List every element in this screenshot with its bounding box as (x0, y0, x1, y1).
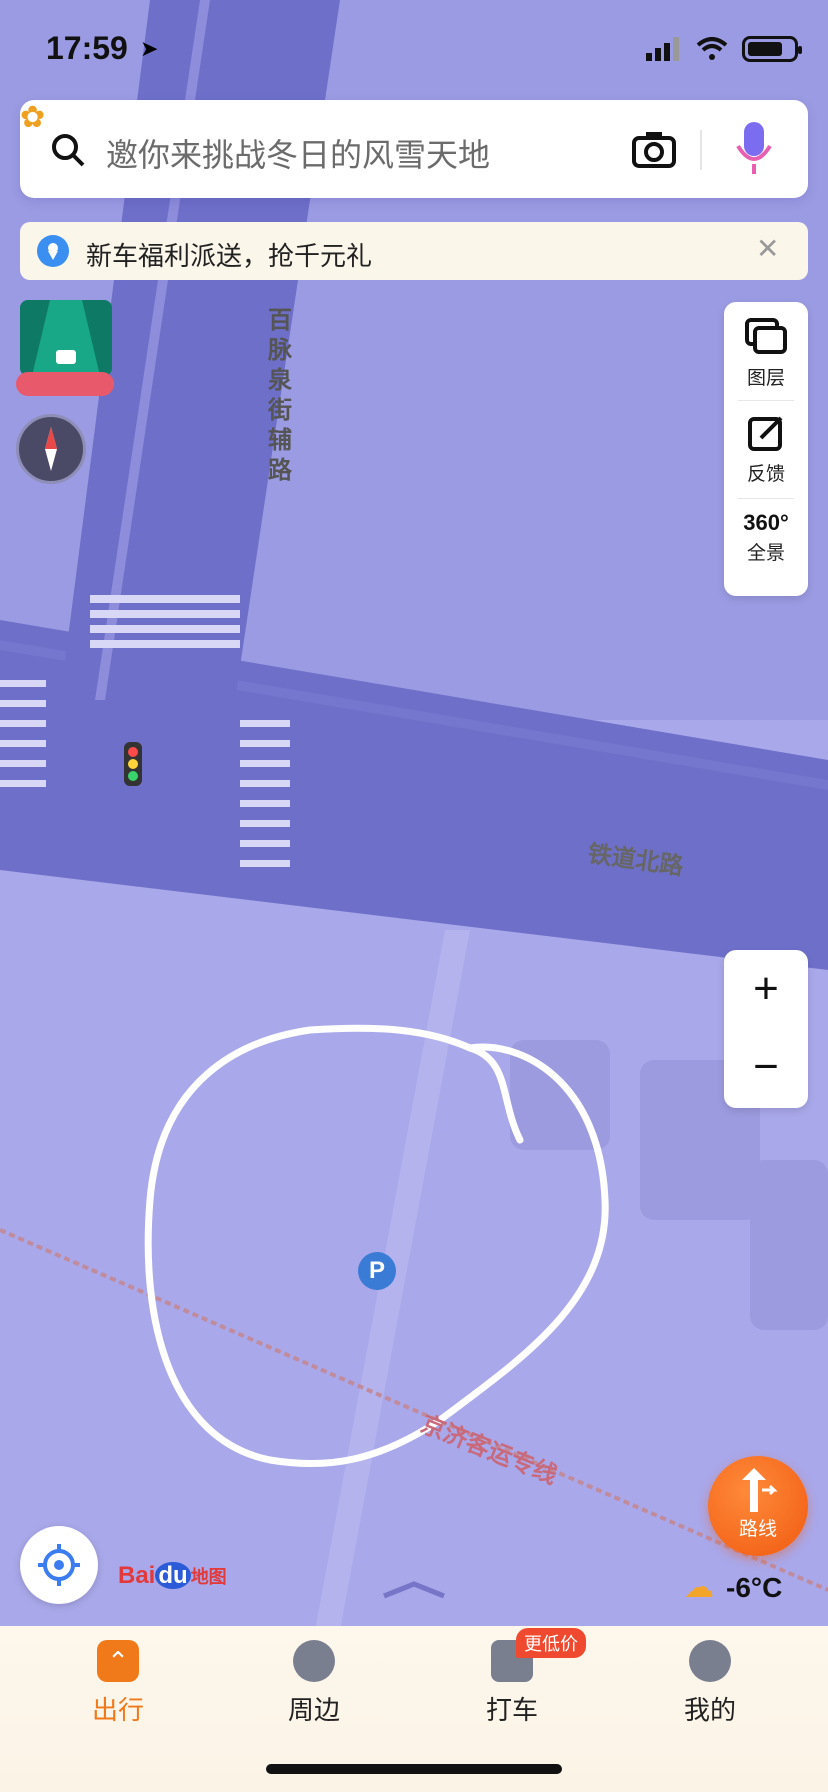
panorama-button[interactable]: 360° 全景 (724, 510, 808, 565)
road-label-baimaiquan: 百脉泉街辅路 (268, 307, 292, 484)
baidu-map-logo: Bai du 地图 (118, 1562, 227, 1589)
route-arrow-icon (742, 1468, 778, 1512)
camera-icon[interactable] (632, 130, 676, 168)
search-divider (700, 130, 702, 170)
nav-label-chuxing: 出行 (91, 1695, 144, 1725)
tool-divider (738, 400, 794, 401)
banner-text: 新车福利派送，抢千元礼 (86, 241, 373, 271)
taxi-promo-badge: 更低价 (516, 1628, 586, 1658)
nav-zhoubian[interactable]: 周边 (254, 1640, 374, 1727)
home-indicator[interactable] (266, 1764, 562, 1774)
location-pin-icon (37, 235, 69, 267)
parking-poi-icon[interactable]: P (358, 1252, 396, 1290)
voice-mic-icon[interactable] (732, 120, 776, 180)
nav-wode[interactable]: 我的 (650, 1640, 770, 1727)
search-bar[interactable]: 邀你来挑战冬日的风雪天地 (20, 100, 808, 198)
weather-temperature[interactable]: -6°C (726, 1572, 782, 1604)
panorama-label: 全景 (746, 543, 785, 564)
route-label: 路线 (738, 1519, 777, 1540)
thumbnail-pill (16, 372, 114, 396)
leaf-decoration-icon: ✿ (20, 101, 46, 134)
battery-icon (742, 36, 802, 62)
compass-nearby-icon (293, 1640, 335, 1682)
layers-label: 图层 (746, 368, 785, 389)
nav-label-wode: 我的 (683, 1695, 736, 1725)
tool-divider (738, 498, 794, 499)
layers-button[interactable]: 图层 (724, 318, 808, 390)
crosshair-icon (38, 1544, 80, 1586)
layers-icon (745, 318, 787, 354)
status-icons (646, 36, 802, 62)
pull-up-chevron-icon[interactable] (380, 1580, 448, 1600)
nav-chuxing[interactable]: ⌃ 出行 (58, 1640, 178, 1727)
zoom-out-button[interactable]: − (724, 1028, 808, 1106)
search-input[interactable]: 邀你来挑战冬日的风雪天地 (106, 130, 490, 176)
status-time: 17:59 (46, 30, 128, 66)
signal-icon (646, 37, 679, 61)
profile-icon (689, 1640, 731, 1682)
zoom-in-button[interactable]: + (724, 950, 808, 1028)
search-icon (52, 134, 85, 167)
feedback-label: 反馈 (746, 464, 785, 485)
location-arrow-icon: ➤ (140, 36, 159, 61)
nav-label-zhoubian: 周边 (287, 1695, 340, 1725)
nav-label-dache: 打车 (485, 1695, 538, 1725)
compass-icon[interactable] (16, 414, 86, 484)
locate-me-button[interactable] (20, 1526, 98, 1604)
promo-banner[interactable]: 新车福利派送，抢千元礼 ✕ (20, 222, 808, 280)
panorama-360-icon: 360° (743, 510, 789, 535)
banner-close-icon[interactable]: ✕ (756, 232, 779, 265)
road-view-thumbnail[interactable] (20, 300, 112, 376)
feedback-icon (748, 416, 783, 451)
wifi-icon (696, 37, 728, 60)
map-tools-panel: 图层 反馈 360° 全景 (724, 302, 808, 596)
weather-cloud-icon: ☁ (684, 1571, 714, 1604)
route-button[interactable]: 路线 (708, 1456, 808, 1556)
travel-icon: ⌃ (97, 1640, 139, 1682)
feedback-button[interactable]: 反馈 (724, 414, 808, 486)
zoom-controls: + − (724, 950, 808, 1108)
